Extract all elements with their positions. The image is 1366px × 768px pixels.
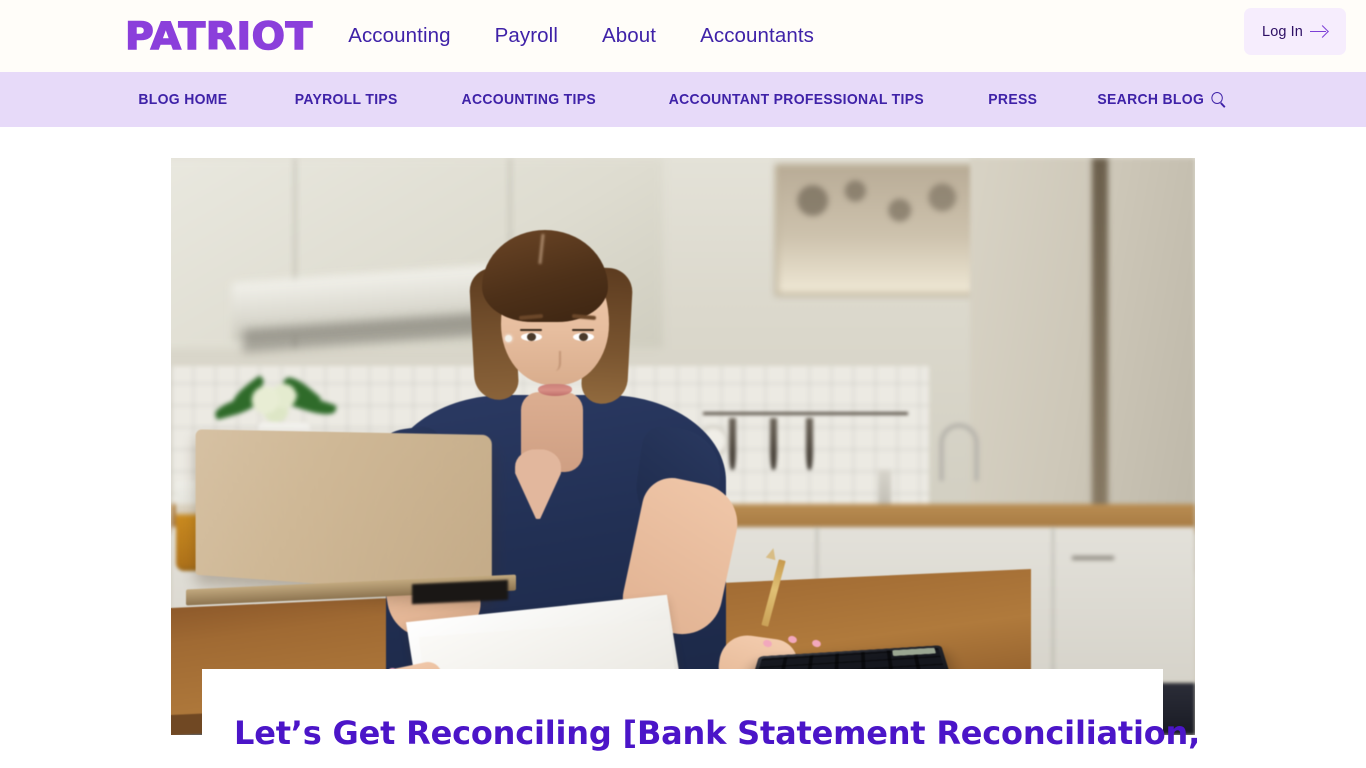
patriot-logo[interactable]: PATRIOT: [124, 17, 313, 55]
hero-image: [171, 158, 1195, 735]
nav-item-about[interactable]: About: [602, 24, 656, 48]
search-icon[interactable]: [1212, 92, 1226, 107]
article-title-card: Let’s Get Reconciling [Bank Statement Re…: [202, 669, 1200, 768]
subnav-item-press[interactable]: PRESS: [988, 92, 1037, 108]
subnav-item-accounting-tips[interactable]: ACCOUNTING TIPS: [462, 92, 596, 108]
framed-picture-detail: [785, 175, 970, 239]
person-eyelash: [572, 328, 595, 332]
cabinet-handle: [1072, 556, 1115, 561]
nav-item-accountants[interactable]: Accountants: [700, 24, 814, 48]
login-button-label: Log In: [1262, 23, 1303, 40]
hero-photo-canvas: [171, 158, 1195, 735]
person-eye: [521, 332, 543, 341]
hanging-utensil: [770, 417, 778, 470]
subnav-search-label: SEARCH BLOG: [1097, 91, 1205, 108]
blog-subnav: BLOG HOME PAYROLL TIPS ACCOUNTING TIPS A…: [0, 72, 1366, 127]
subnav-item-blog-home[interactable]: BLOG HOME: [139, 92, 228, 108]
laptop-lid: [195, 429, 493, 597]
kitchen-faucet: [939, 423, 979, 482]
site-header: PATRIOT Accounting Payroll About Account…: [0, 0, 1366, 72]
hanging-utensil: [729, 417, 737, 470]
person-lips: [537, 384, 572, 397]
nav-item-accounting[interactable]: Accounting: [348, 24, 450, 48]
person-earring: [504, 334, 512, 342]
primary-nav: Accounting Payroll About Accountants: [348, 24, 814, 48]
login-button[interactable]: Log In: [1244, 8, 1346, 55]
doorway-edge: [1091, 158, 1108, 562]
person-eyelash: [520, 328, 543, 332]
nav-item-payroll[interactable]: Payroll: [495, 24, 558, 48]
page-body: Let’s Get Reconciling [Bank Statement Re…: [0, 127, 1366, 768]
hanging-utensil: [805, 417, 813, 470]
lower-cabinet-seam: [1051, 527, 1054, 684]
person-nose: [546, 351, 561, 372]
subnav-item-payroll-tips[interactable]: PAYROLL TIPS: [295, 92, 398, 108]
utensil-rail: [703, 411, 909, 415]
subnav-item-accountant-professional-tips[interactable]: ACCOUNTANT PROFESSIONAL TIPS: [669, 92, 924, 108]
arrow-right-icon: [1309, 25, 1328, 39]
subnav-item-search-blog[interactable]: SEARCH BLOG: [1098, 92, 1227, 108]
article-title[interactable]: Let’s Get Reconciling [Bank Statement Re…: [234, 714, 1200, 753]
person-eye: [573, 332, 595, 341]
